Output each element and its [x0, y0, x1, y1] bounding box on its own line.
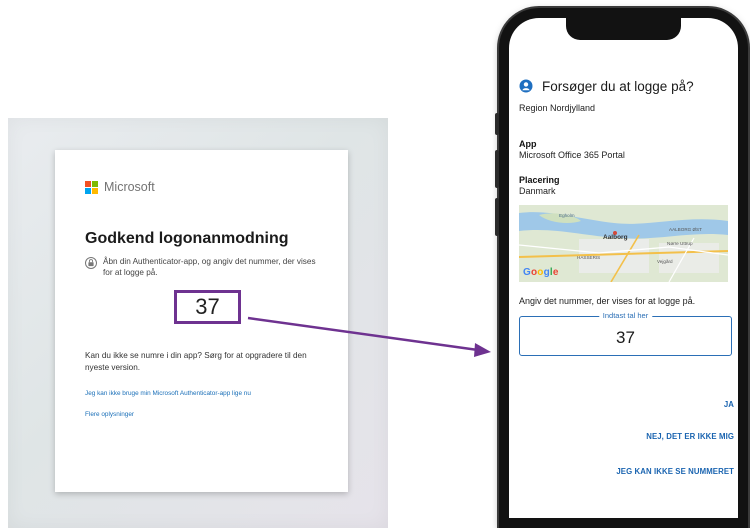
number-input-label: Indtast tal her [598, 311, 653, 320]
app-label: App [519, 139, 537, 149]
phone-notch [566, 18, 681, 40]
phone-volume-up [495, 150, 499, 188]
map-label: AALBORG ØST [669, 227, 702, 232]
authenticator-lock-icon [519, 79, 533, 93]
page-title: Godkend logonanmodning [85, 230, 289, 247]
more-info-link[interactable]: Flere oplysninger [85, 411, 318, 418]
microsoft-logo: Microsoft [85, 180, 318, 194]
number-input[interactable]: Indtast tal her 37 [519, 311, 732, 356]
sign-in-card: Microsoft Godkend logonanmodning Åbn din… [55, 150, 348, 492]
app-value: Microsoft Office 365 Portal [519, 150, 625, 160]
phone-frame: Forsøger du at logge på? Region Nordjyll… [495, 8, 748, 528]
microsoft-logo-icon [85, 180, 98, 194]
location-label: Placering [519, 175, 560, 185]
map-label: Nørre Uttrup [667, 241, 693, 246]
microsoft-logo-text: Microsoft [104, 180, 155, 194]
deny-button[interactable]: NEJ, DET ER IKKE MIG [646, 432, 734, 441]
phone-mute-switch [495, 113, 499, 135]
prompt-header: Forsøger du at logge på? [519, 78, 734, 94]
authenticator-prompt: Forsøger du at logge på? Region Nordjyll… [519, 78, 734, 356]
instruction-row: Åbn din Authenticator-app, og angiv det … [85, 256, 318, 278]
sign-in-number: 37 [174, 290, 241, 324]
instruction-text: Åbn din Authenticator-app, og angiv det … [103, 257, 316, 277]
phone-volume-down [495, 198, 499, 236]
yes-button[interactable]: JA [724, 400, 734, 409]
map-label: Vejgård [657, 259, 673, 264]
number-input-value: 37 [616, 328, 635, 347]
map-label: Egholm [559, 213, 575, 218]
cannot-use-app-link[interactable]: Jeg kan ikke bruge min Microsoft Authent… [85, 390, 318, 397]
prompt-title: Forsøger du at logge på? [542, 78, 694, 94]
map-label: HASSERIS [577, 255, 601, 260]
help-text: Kan du ikke se numre i din app? Sørg for… [85, 351, 307, 372]
authenticator-lock-icon [85, 257, 97, 269]
google-attribution: Google [523, 267, 559, 278]
cannot-see-number-button[interactable]: JEG KAN IKKE SE NUMMERET [616, 467, 734, 476]
location-value: Danmark [519, 186, 556, 196]
phone-screen: Forsøger du at logge på? Region Nordjyll… [509, 18, 738, 518]
organization-name: Region Nordjylland [519, 103, 596, 113]
enter-number-prompt: Angiv det nummer, der vises for at logge… [519, 296, 696, 306]
map-label: Aalborg [603, 234, 628, 241]
location-map: Egholm Aalborg AALBORG ØST HASSERIS Vejg… [519, 205, 728, 282]
